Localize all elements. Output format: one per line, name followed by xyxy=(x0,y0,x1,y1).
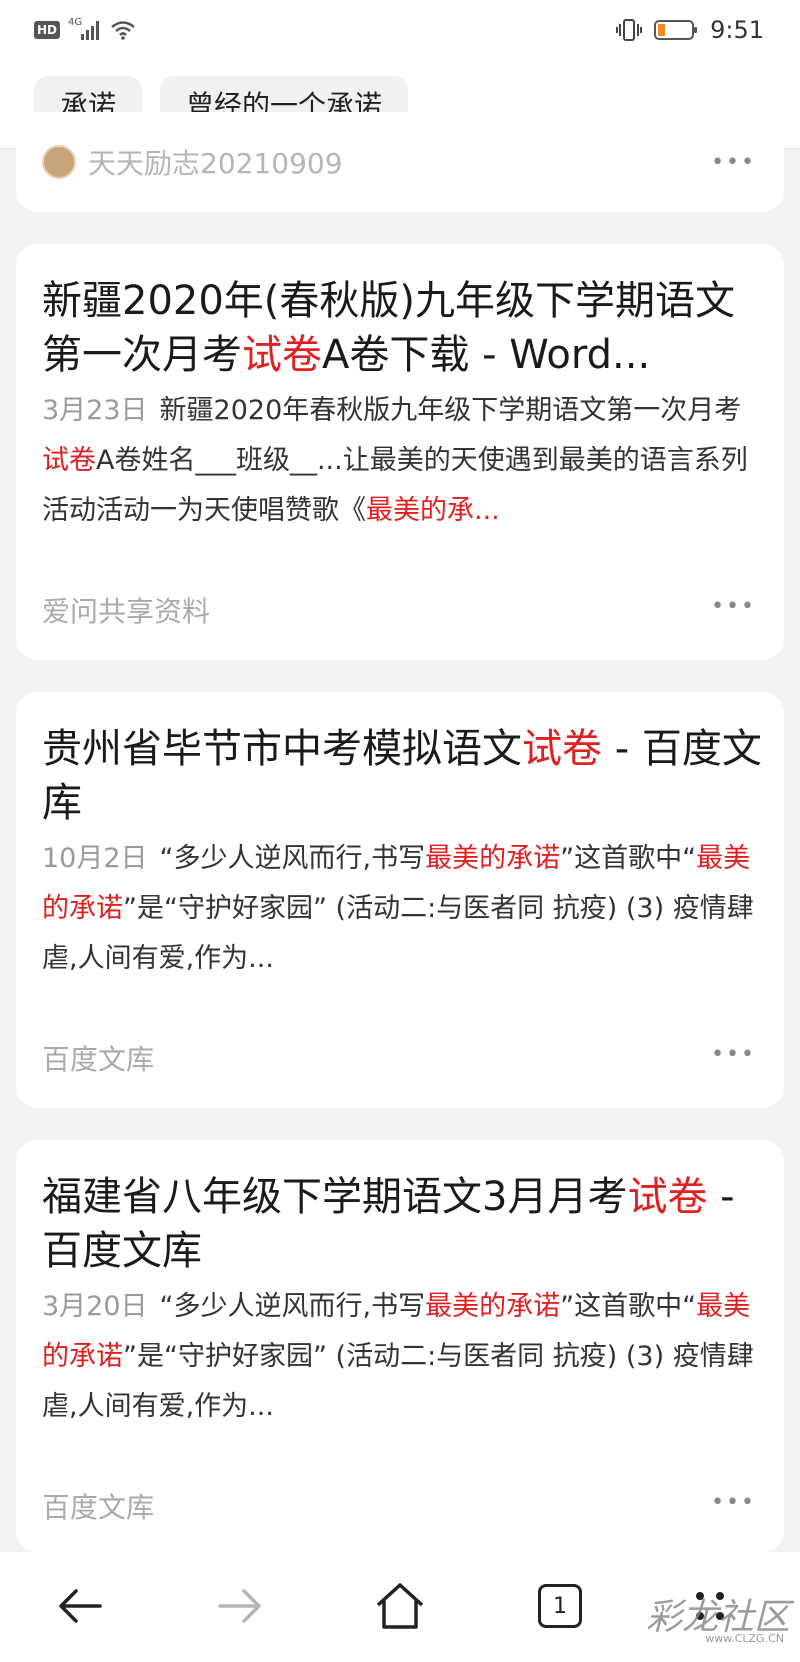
title-text: A卷下载 - Word... xyxy=(322,332,651,378)
hd-badge: HD xyxy=(34,21,61,39)
signal-icon xyxy=(81,21,100,40)
author-row: 天天励志20210909 xyxy=(42,142,343,182)
snippet-highlight: 最美的承诺 xyxy=(425,843,561,874)
snippet-highlight: 最美的承诺 xyxy=(425,1291,561,1322)
forward-button[interactable] xyxy=(210,1576,270,1636)
result-date: 3月20日 xyxy=(42,1291,148,1322)
back-icon xyxy=(59,1589,102,1623)
result-title[interactable]: 新疆2020年(春秋版)九年级下学期语文第一次月考试卷A卷下载 - Word..… xyxy=(42,274,762,382)
snippet-text: “多少人逆风而行,书写 xyxy=(159,843,426,874)
vibrate-icon xyxy=(616,19,643,41)
snippet-text: “多少人逆风而行,书写 xyxy=(159,1291,426,1322)
result-source: 百度文库 xyxy=(42,1491,155,1524)
more-options-icon[interactable]: ••• xyxy=(711,1490,756,1515)
avatar xyxy=(42,145,76,179)
result-title[interactable]: 贵州省毕节市中考模拟语文试卷 - 百度文库 xyxy=(42,722,762,830)
result-date: 3月23日 xyxy=(42,395,148,426)
clock-time: 9:51 xyxy=(710,16,764,44)
more-options-icon[interactable]: ••• xyxy=(711,594,756,619)
home-button[interactable] xyxy=(370,1576,430,1636)
more-options-icon[interactable]: ••• xyxy=(711,1042,756,1067)
status-right: 9:51 xyxy=(616,16,764,44)
result-source: 爱问共享资料 xyxy=(42,595,211,628)
result-title[interactable]: 福建省八年级下学期语文3月月考试卷 - 百度文库 xyxy=(42,1170,762,1278)
back-button[interactable] xyxy=(50,1576,110,1636)
network-label: 4G xyxy=(68,16,83,28)
status-left: HD 4G xyxy=(34,16,136,40)
forward-icon xyxy=(218,1589,261,1623)
result-snippet: 3月20日 “多少人逆风而行,书写最美的承诺”这首歌中“最美的承诺”是“守护好家园… xyxy=(42,1282,762,1432)
author-name: 天天励志20210909 xyxy=(88,147,343,180)
title-highlight: 试卷 xyxy=(522,726,602,772)
title-highlight: 试卷 xyxy=(627,1174,708,1220)
watermark-url: www.CLZG.CN xyxy=(705,1632,784,1645)
more-options-icon[interactable]: ••• xyxy=(711,150,756,175)
tabs-icon: 1 xyxy=(538,1584,582,1628)
result-snippet: 3月23日 新疆2020年春秋版九年级下学期语文第一次月考试卷A卷姓名___班级_… xyxy=(42,386,762,536)
result-source: 百度文库 xyxy=(42,1043,155,1076)
tabs-button[interactable]: 1 xyxy=(530,1576,590,1636)
status-bar: HD 4G 9:51 xyxy=(0,0,800,62)
snippet-text: ”这首歌中“ xyxy=(560,843,697,874)
snippet-text: 新疆2020年春秋版九年级下学期语文第一次月考 xyxy=(159,395,742,426)
snippet-highlight: 试卷 xyxy=(42,445,96,476)
home-icon xyxy=(376,1583,424,1629)
result-card-partial[interactable]: 天天励志20210909 ••• xyxy=(16,112,784,212)
title-highlight: 试卷 xyxy=(242,332,322,378)
snippet-text: ”是“守护好家园” (活动二:与医者同 抗疫) (3) 疫情肆虐,人间有爱,作为… xyxy=(42,1341,754,1422)
title-text: 福建省八年级下学期语文3月月考 xyxy=(42,1174,628,1220)
result-date: 10月2日 xyxy=(42,843,148,874)
wifi-icon xyxy=(111,21,135,40)
result-card[interactable]: 新疆2020年(春秋版)九年级下学期语文第一次月考试卷A卷下载 - Word..… xyxy=(16,244,784,660)
snippet-text: ”这首歌中“ xyxy=(560,1291,697,1322)
snippet-text: ”是“守护好家园” (活动二:与医者同 抗疫) (3) 疫情肆虐,人间有爱,作为… xyxy=(42,893,754,974)
title-text: 贵州省毕节市中考模拟语文 xyxy=(42,726,522,772)
snippet-highlight: 最美的承... xyxy=(366,495,500,526)
result-card[interactable]: 贵州省毕节市中考模拟语文试卷 - 百度文库 10月2日 “多少人逆风而行,书写最美… xyxy=(16,692,784,1108)
result-card[interactable]: 福建省八年级下学期语文3月月考试卷 - 百度文库 3月20日 “多少人逆风而行,书… xyxy=(16,1140,784,1552)
battery-icon xyxy=(654,20,698,40)
result-snippet: 10月2日 “多少人逆风而行,书写最美的承诺”这首歌中“最美的承诺”是“守护好家园… xyxy=(42,834,762,984)
